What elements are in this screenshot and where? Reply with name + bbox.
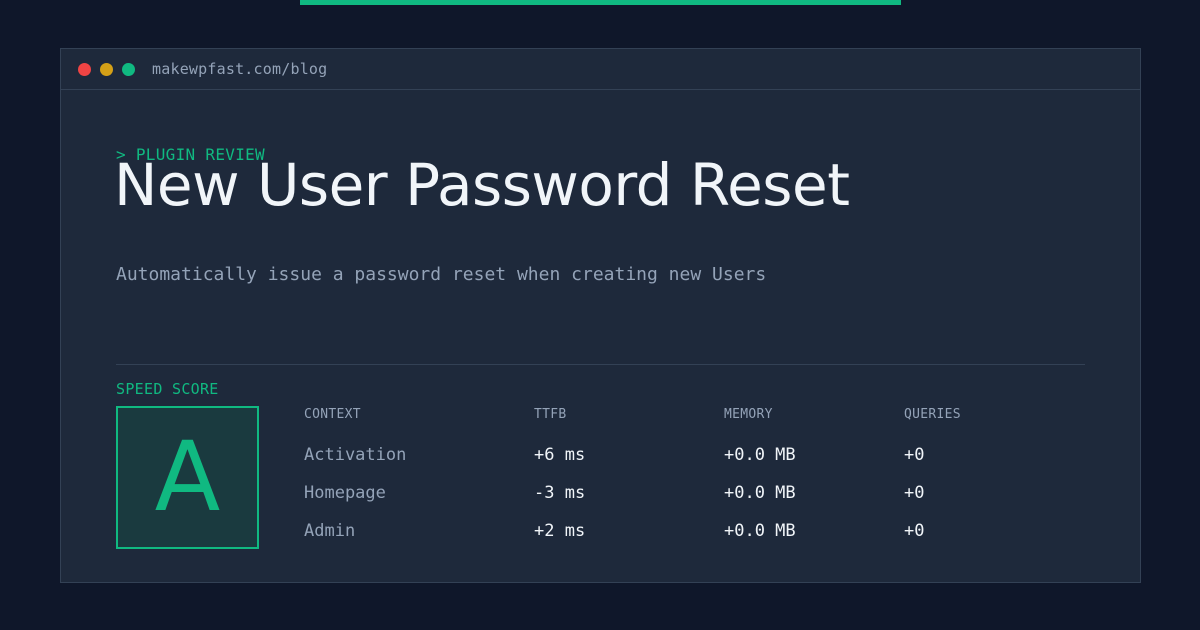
close-dot-icon[interactable] xyxy=(78,63,91,76)
column-header-context: CONTEXT xyxy=(304,407,361,422)
row-context-activation: Activation xyxy=(304,445,407,465)
row-queries-homepage: +0 xyxy=(904,483,925,503)
column-header-ttfb: TTFB xyxy=(534,407,567,422)
row-context-admin: Admin xyxy=(304,521,356,541)
page-description: Automatically issue a password reset whe… xyxy=(116,264,767,285)
metrics-table: CONTEXT TTFB MEMORY QUERIES Activation +… xyxy=(304,405,1084,555)
row-queries-admin: +0 xyxy=(904,521,925,541)
row-ttfb-admin: +2 ms xyxy=(534,521,586,541)
browser-window: makewpfast.com/blog > PLUGIN REVIEW New … xyxy=(60,48,1141,583)
column-header-queries: QUERIES xyxy=(904,407,961,422)
page-title: New User Password Reset xyxy=(114,151,850,219)
speed-score-label: SPEED SCORE xyxy=(116,380,219,398)
maximize-dot-icon[interactable] xyxy=(122,63,135,76)
row-memory-activation: +0.0 MB xyxy=(724,445,796,465)
section-divider xyxy=(116,364,1085,365)
minimize-dot-icon[interactable] xyxy=(100,63,113,76)
row-queries-activation: +0 xyxy=(904,445,925,465)
top-accent-bar xyxy=(300,0,901,5)
window-titlebar: makewpfast.com/blog xyxy=(61,49,1140,90)
row-ttfb-homepage: -3 ms xyxy=(534,483,586,503)
speed-score-grade: A xyxy=(154,421,221,533)
row-context-homepage: Homepage xyxy=(304,483,386,503)
row-memory-admin: +0.0 MB xyxy=(724,521,796,541)
column-header-memory: MEMORY xyxy=(724,407,773,422)
row-ttfb-activation: +6 ms xyxy=(534,445,586,465)
row-memory-homepage: +0.0 MB xyxy=(724,483,796,503)
url-text: makewpfast.com/blog xyxy=(152,60,328,78)
speed-score-badge: A xyxy=(116,406,259,549)
